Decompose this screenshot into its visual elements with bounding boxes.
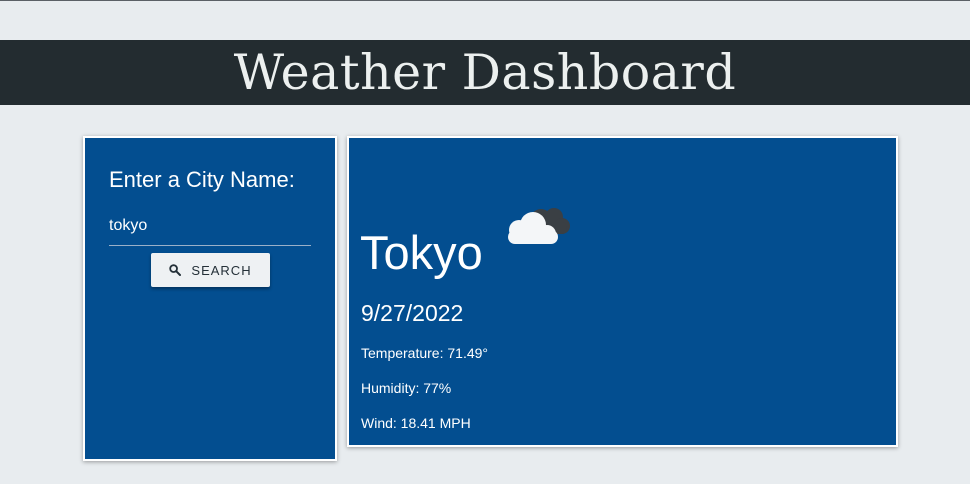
temperature-readout: Temperature: 71.49° (361, 345, 489, 361)
search-prompt-label: Enter a City Name: (109, 167, 295, 192)
current-weather-panel: Tokyo 9/27/2022 Temperature: 71.49° Humi… (347, 136, 898, 447)
city-search-input[interactable] (109, 207, 311, 246)
broken-clouds-icon (508, 208, 570, 244)
page-title: Weather Dashboard (0, 40, 970, 105)
forecast-date: 9/27/2022 (361, 300, 464, 326)
search-button-label: SEARCH (191, 262, 252, 278)
search-panel: Enter a City Name: SEARCH (83, 136, 337, 461)
search-icon (169, 264, 182, 276)
city-name: Tokyo (360, 226, 483, 279)
search-button[interactable]: SEARCH (151, 253, 270, 287)
wind-readout: Wind: 18.41 MPH (361, 415, 471, 431)
humidity-readout: Humidity: 77% (361, 380, 452, 396)
